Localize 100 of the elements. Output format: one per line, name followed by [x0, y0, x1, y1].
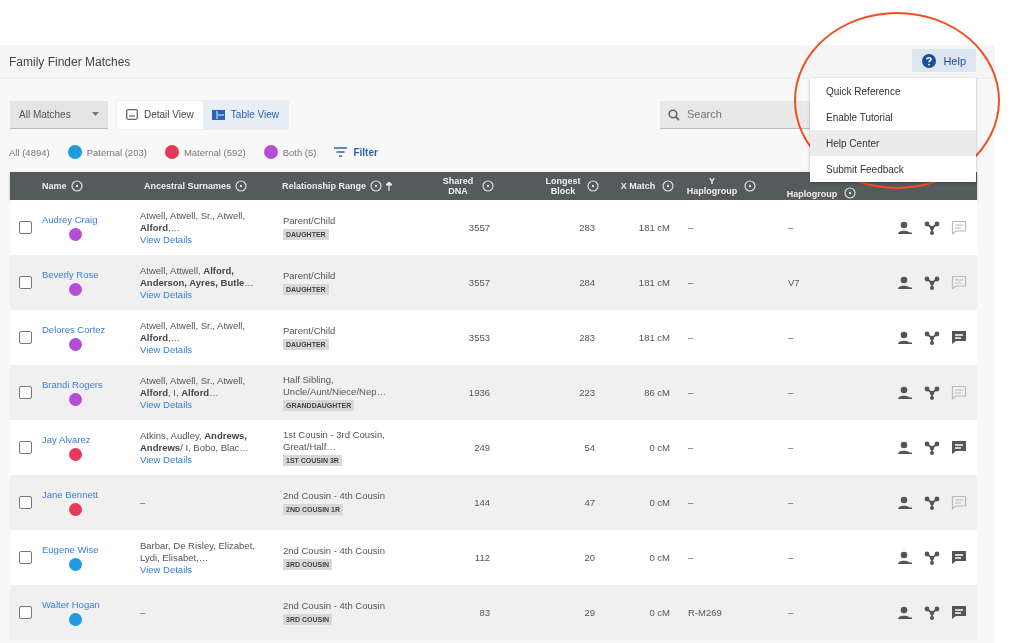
note-icon[interactable]	[951, 605, 967, 620]
row-checkbox[interactable]	[19, 606, 32, 619]
row-checkbox[interactable]	[19, 386, 32, 399]
table-cell-text: –	[687, 497, 695, 508]
menu-item[interactable]: Enable Tutorial	[810, 104, 976, 130]
filter-icon	[334, 147, 348, 157]
table-cell-text: –	[687, 332, 695, 343]
info-icon[interactable]	[744, 180, 756, 192]
filter-option[interactable]: Both (5)	[282, 146, 317, 158]
table-cell-text: –	[687, 387, 695, 398]
row-checkbox[interactable]	[19, 331, 32, 344]
person-icon[interactable]	[897, 275, 913, 290]
table-cell-text: 249	[473, 442, 491, 453]
network-icon[interactable]	[924, 440, 940, 455]
person-icon[interactable]	[897, 330, 913, 345]
view-tab[interactable]: Table View	[202, 100, 289, 129]
info-icon[interactable]	[662, 180, 674, 192]
menu-item[interactable]: Submit Feedback	[810, 156, 976, 182]
surnames-text: Barbar, De Risley, Elizabet, Lydi, Elisabet,…	[140, 539, 256, 564]
network-icon[interactable]	[924, 385, 940, 400]
view-details-link[interactable]: View Details	[140, 398, 272, 411]
match-name-link[interactable]: Eugene Wise	[42, 544, 108, 556]
table-cell-text: –	[687, 442, 695, 453]
row-checkbox[interactable]	[19, 276, 32, 289]
match-name-link[interactable]: Jay Alvarez	[42, 434, 108, 446]
match-name-link[interactable]: Audrey Craig	[42, 214, 108, 226]
surnames-text: Atwell, Atwell, Sr., Atwell, Alford, I, Alford…	[140, 374, 247, 399]
match-name-link[interactable]: Beverly Rose	[42, 269, 108, 281]
table-cell-text: 0 cM	[648, 442, 671, 453]
filter-option[interactable]: All (4894)	[9, 146, 50, 158]
column-header[interactable]: Relationship Range	[282, 181, 366, 191]
table-cell-text: –	[787, 387, 795, 398]
filter-option[interactable]: Paternal (203)	[86, 146, 147, 158]
info-icon[interactable]	[844, 187, 856, 199]
table-cell-text: R-M269	[687, 607, 723, 618]
filter-option[interactable]: Maternal (592)	[183, 146, 246, 158]
note-icon[interactable]	[951, 330, 967, 345]
view-details-link[interactable]: View Details	[140, 288, 272, 301]
relationship-text: Parent/Child	[283, 215, 336, 227]
help-button[interactable]: Help	[912, 49, 976, 72]
table-cell-text: 1936	[467, 387, 491, 398]
row-checkbox[interactable]	[19, 496, 32, 509]
table-cell-text: 54	[583, 442, 596, 453]
table-cell-text: 284	[578, 277, 596, 288]
column-header[interactable]: Haplogroup	[784, 189, 840, 199]
match-name-link[interactable]: Walter Hogan	[42, 599, 108, 611]
network-icon[interactable]	[924, 220, 940, 235]
view-details-link[interactable]: View Details	[140, 453, 272, 466]
table-cell-text: –	[787, 222, 795, 233]
network-icon[interactable]	[924, 330, 940, 345]
person-icon[interactable]	[897, 495, 913, 510]
column-header[interactable]: Shared DNA	[438, 176, 478, 196]
person-icon[interactable]	[897, 385, 913, 400]
table-cell-text: 283	[578, 222, 596, 233]
table-cell-text: –	[787, 332, 795, 343]
column-header[interactable]: Name	[42, 181, 67, 191]
table-cell-text: –	[687, 222, 695, 233]
column-header[interactable]: Y Haplogroup	[684, 176, 740, 196]
matches-dropdown[interactable]: All Matches	[10, 100, 108, 129]
view-details-link[interactable]: View Details	[140, 233, 272, 246]
menu-item[interactable]: Quick Reference	[810, 78, 976, 104]
network-icon[interactable]	[924, 275, 940, 290]
match-name-link[interactable]: Delores Cortez	[42, 324, 108, 336]
row-checkbox[interactable]	[19, 221, 32, 234]
caret-icon	[92, 112, 99, 116]
row-checkbox[interactable]	[19, 551, 32, 564]
column-header[interactable]: X Match	[618, 181, 658, 191]
info-icon[interactable]	[370, 180, 382, 192]
match-name-link[interactable]: Brandi Rogers	[42, 379, 108, 391]
info-icon[interactable]	[235, 180, 248, 192]
column-header[interactable]: Ancestral Surnames	[144, 181, 232, 191]
surnames-text: –	[140, 496, 147, 509]
person-icon[interactable]	[897, 220, 913, 235]
person-icon[interactable]	[897, 550, 913, 565]
match-name-link[interactable]: Jane Bennett	[42, 489, 108, 501]
help-icon	[922, 53, 937, 68]
table-cell-text: 83	[478, 607, 491, 618]
network-icon[interactable]	[924, 550, 940, 565]
table-cell-text: 0 cM	[648, 497, 671, 508]
info-icon[interactable]	[70, 180, 83, 192]
note-icon[interactable]	[951, 550, 967, 565]
person-icon[interactable]	[897, 440, 913, 455]
filter-button[interactable]: Filter	[328, 145, 384, 159]
row-checkbox[interactable]	[19, 441, 32, 454]
table-cell-text: 181 cM	[637, 277, 671, 288]
person-icon[interactable]	[897, 605, 913, 620]
info-icon[interactable]	[587, 180, 599, 192]
table-cell-text: 0 cM	[648, 552, 671, 563]
view-details-link[interactable]: View Details	[140, 343, 272, 356]
note-icon[interactable]	[951, 440, 967, 455]
sort-icon[interactable]	[386, 181, 392, 191]
table-cell-text: 3557	[467, 222, 491, 233]
view-details-link[interactable]: View Details	[140, 563, 272, 576]
menu-item[interactable]: Help Center	[810, 130, 976, 156]
table-cell-text: –	[787, 497, 795, 508]
column-header[interactable]: Longest Block	[543, 176, 583, 196]
relationship-text: Half Sibling, Uncle/Aunt/Niece/Nep…	[283, 374, 387, 398]
network-icon[interactable]	[924, 605, 940, 620]
info-icon[interactable]	[482, 180, 494, 192]
network-icon[interactable]	[924, 495, 940, 510]
